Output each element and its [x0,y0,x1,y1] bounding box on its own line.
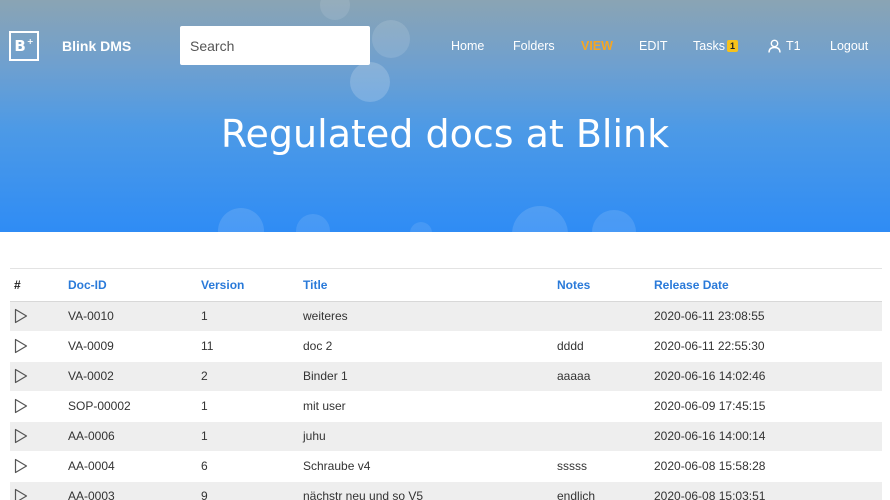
cell-action [10,481,68,500]
table-row[interactable]: VA-0010 1 weiteres 2020-06-11 23:08:55 [10,301,882,332]
cell-doc-id: VA-0002 [68,361,201,392]
decorative-bubble [350,62,390,102]
play-icon[interactable] [14,458,28,474]
logo-icon[interactable]: B + [9,31,39,61]
column-header-index: # [10,269,68,302]
nav-home[interactable]: Home [451,39,484,53]
cell-action [10,361,68,392]
nav-logout[interactable]: Logout [830,39,868,53]
tasks-count-badge: 1 [726,40,738,52]
cell-title: weiteres [303,301,557,332]
decorative-bubble [218,208,264,232]
cell-title: mit user [303,391,557,422]
cell-title: nächstr neu und so V5 [303,481,557,500]
search-input[interactable] [180,26,370,65]
table-row[interactable]: VA-0002 2 Binder 1 aaaaa 2020-06-16 14:02:46 [10,361,882,392]
cell-doc-id: AA-0003 [68,481,201,500]
decorative-bubble [592,210,636,232]
cell-notes [557,421,654,452]
hero-banner: B+ Blink DMS Home Folders VIEW EDIT Task… [0,0,890,232]
cell-title: Schraube v4 [303,451,557,482]
cell-release-date: 2020-06-16 14:00:14 [654,421,882,452]
cell-doc-id: VA-0010 [68,301,201,332]
play-icon[interactable] [14,428,28,444]
decorative-bubble [512,206,568,232]
cell-doc-id: AA-0006 [68,421,201,452]
cell-version: 2 [201,361,303,392]
cell-notes: dddd [557,331,654,362]
table-header-row: # Doc-ID Version Title Notes Release Dat… [10,269,882,302]
cell-title: juhu [303,421,557,452]
cell-notes: aaaaa [557,361,654,392]
nav-user-label: T1 [786,39,801,53]
decorative-bubble [296,214,330,232]
nav-tasks-label: Tasks [693,39,725,53]
nav-tasks[interactable]: Tasks 1 [693,39,738,53]
cell-notes: sssss [557,451,654,482]
nav-view[interactable]: VIEW [581,39,613,53]
cell-notes: endlich [557,481,654,500]
cell-action [10,391,68,422]
cell-notes [557,391,654,422]
cell-action [10,301,68,332]
cell-title: doc 2 [303,331,557,362]
cell-notes [557,301,654,332]
column-header-doc-id[interactable]: Doc-ID [68,269,201,302]
play-icon[interactable] [14,488,28,500]
table-row[interactable]: AA-0003 9 nächstr neu und so V5 endlich 2020… [10,481,882,500]
cell-doc-id: SOP-00002 [68,391,201,422]
decorative-bubble [410,222,432,232]
brand-name[interactable]: Blink DMS [62,38,131,54]
cell-release-date: 2020-06-11 22:55:30 [654,331,882,362]
documents-table: # Doc-ID Version Title Notes Release Dat… [10,268,882,500]
play-icon[interactable] [14,338,28,354]
page-title: Regulated docs at Blink [220,112,670,156]
cell-doc-id: VA-0009 [68,331,201,362]
cell-action [10,421,68,452]
play-icon[interactable] [14,368,28,384]
column-header-notes[interactable]: Notes [557,269,654,302]
nav-user[interactable]: T1 [768,39,801,53]
logo-letter: B [14,37,26,55]
play-icon[interactable] [14,398,28,414]
cell-release-date: 2020-06-09 17:45:15 [654,391,882,422]
column-header-version[interactable]: Version [201,269,303,302]
cell-doc-id: AA-0004 [68,451,201,482]
cell-release-date: 2020-06-11 23:08:55 [654,301,882,332]
cell-version: 6 [201,451,303,482]
cell-action [10,451,68,482]
cell-release-date: 2020-06-08 15:03:51 [654,481,882,500]
cell-version: 1 [201,391,303,422]
cell-title: Binder 1 [303,361,557,392]
nav-edit[interactable]: EDIT [639,39,667,53]
user-icon [768,39,781,53]
decorative-bubble [320,0,350,20]
table-row[interactable]: AA-0006 1 juhu 2020-06-16 14:00:14 [10,421,882,452]
play-icon[interactable] [14,308,28,324]
table-row[interactable]: AA-0004 6 Schraube v4 sssss 2020-06-08 15:58… [10,451,882,482]
cell-release-date: 2020-06-16 14:02:46 [654,361,882,392]
table-row[interactable]: SOP-00002 1 mit user 2020-06-09 17:45:15 [10,391,882,422]
decorative-bubble [372,20,410,58]
cell-action [10,331,68,362]
cell-release-date: 2020-06-08 15:58:28 [654,451,882,482]
nav-folders[interactable]: Folders [513,39,555,53]
cell-version: 9 [201,481,303,500]
cell-version: 1 [201,301,303,332]
column-header-release-date[interactable]: Release Date [654,269,882,302]
cell-version: 11 [201,331,303,362]
column-header-title[interactable]: Title [303,269,557,302]
table-row[interactable]: VA-0009 11 doc 2 dddd 2020-06-11 22:55:30 [10,331,882,362]
cell-version: 1 [201,421,303,452]
logo-plus: + [26,36,34,46]
